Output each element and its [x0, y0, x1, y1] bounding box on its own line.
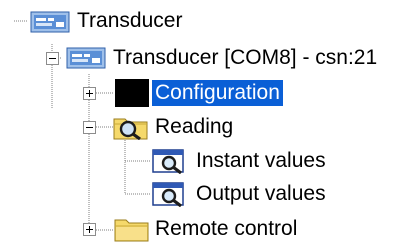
tree-item-root[interactable]: Transducer: [0, 4, 220, 38]
folder-icon: [114, 216, 150, 248]
tree-item-label: Configuration: [152, 80, 283, 106]
tree-item-label: Instant values: [196, 149, 326, 172]
tree-item-configuration[interactable]: Configuration: [0, 76, 414, 110]
tree-item-port[interactable]: Transducer [COM8] - csn:21: [0, 41, 414, 75]
device-icon: [30, 10, 70, 40]
view-window-icon: [152, 181, 188, 213]
device-icon: [66, 46, 106, 76]
collapse-toggle[interactable]: [83, 121, 96, 134]
tree-view: Transducer Transducer [COM8] - csn:21 Co…: [0, 0, 414, 246]
black-square-icon: [115, 79, 149, 113]
tree-item-output-values[interactable]: Output values: [0, 177, 414, 211]
tree-item-label: Transducer: [77, 9, 183, 32]
collapse-toggle[interactable]: [46, 52, 59, 65]
tree-item-label: Transducer [COM8] - csn:21: [113, 46, 378, 69]
tree-item-label: Remote control: [155, 217, 298, 240]
tree-item-reading[interactable]: Reading: [0, 110, 300, 144]
expand-toggle[interactable]: [83, 223, 96, 236]
expand-toggle[interactable]: [83, 87, 96, 100]
tree-item-remote-control[interactable]: Remote control: [0, 212, 414, 246]
tree-item-instant-values[interactable]: Instant values: [0, 144, 414, 178]
search-folder-icon: [113, 114, 149, 146]
tree-item-label: Output values: [196, 182, 326, 205]
tree-item-label: Reading: [155, 115, 234, 138]
view-window-icon: [152, 148, 188, 180]
